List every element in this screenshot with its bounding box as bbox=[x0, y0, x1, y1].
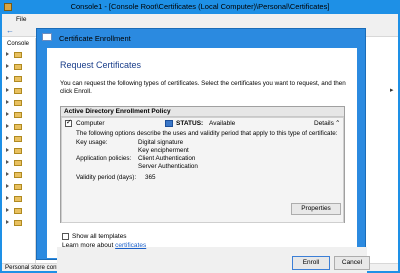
menu-file[interactable]: File bbox=[16, 16, 26, 23]
key-usage-label: Key usage: bbox=[76, 139, 108, 146]
tree-node[interactable] bbox=[6, 75, 34, 83]
tree-node[interactable] bbox=[6, 63, 34, 71]
application-policies-label: Application policies: bbox=[76, 155, 132, 162]
key-usage-value: Digital signature bbox=[138, 139, 184, 146]
mmc-window-title: Console1 - [Console Root\Certificates (L… bbox=[70, 2, 330, 11]
console-tree: Console bbox=[2, 38, 36, 263]
expand-arrow-icon[interactable] bbox=[6, 148, 9, 152]
certificate-row-computer[interactable]: Computer STATUS: Available Details ⌃ The… bbox=[61, 117, 344, 223]
folder-icon bbox=[14, 100, 22, 106]
expand-arrow-icon[interactable] bbox=[6, 196, 9, 200]
expand-arrow-icon[interactable] bbox=[6, 52, 9, 56]
policy-header: Active Directory Enrollment Policy bbox=[61, 107, 344, 117]
page-title: Request Certificates bbox=[60, 60, 142, 70]
dialog-title: Certificate Enrollment bbox=[59, 34, 131, 43]
folder-icon bbox=[14, 112, 22, 118]
details-toggle[interactable]: Details bbox=[314, 120, 334, 127]
chevron-up-icon[interactable]: ⌃ bbox=[335, 119, 340, 127]
certificate-enrollment-dialog: Certificate Enrollment Request Certifica… bbox=[36, 28, 370, 273]
tree-root-console[interactable]: Console bbox=[7, 41, 29, 47]
learn-more-prefix: Learn more about bbox=[62, 242, 114, 249]
folder-icon bbox=[14, 76, 22, 82]
tree-node[interactable] bbox=[6, 135, 34, 143]
cancel-button[interactable]: Cancel bbox=[334, 256, 370, 270]
expand-arrow-icon[interactable] bbox=[6, 124, 9, 128]
certificate-description: The following options describe the uses … bbox=[76, 130, 338, 137]
tree-node[interactable] bbox=[6, 159, 34, 167]
certificate-name: Computer bbox=[76, 120, 105, 127]
expand-arrow-icon[interactable] bbox=[6, 88, 9, 92]
key-usage-value: Key encipherment bbox=[138, 147, 189, 154]
status-value: Available bbox=[209, 120, 236, 127]
mmc-menubar: File bbox=[2, 14, 398, 25]
tree-node[interactable] bbox=[6, 171, 34, 179]
expand-arrow-icon[interactable] bbox=[6, 76, 9, 80]
status-label: STATUS: bbox=[176, 120, 204, 127]
computer-certificate-checkbox[interactable] bbox=[65, 119, 72, 127]
folder-icon bbox=[14, 136, 22, 142]
validity-period-value: 365 bbox=[145, 174, 156, 181]
folder-icon bbox=[14, 184, 22, 190]
application-policy-value: Client Authentication bbox=[138, 155, 196, 162]
expand-arrow-icon[interactable] bbox=[6, 160, 9, 164]
folder-icon bbox=[14, 220, 22, 226]
properties-button[interactable]: Properties bbox=[291, 203, 341, 215]
folder-icon bbox=[14, 88, 22, 94]
intro-text: You can request the following types of c… bbox=[60, 80, 346, 96]
folder-icon bbox=[14, 208, 22, 214]
folder-icon bbox=[14, 160, 22, 166]
folder-icon bbox=[14, 64, 22, 70]
tree-node[interactable] bbox=[6, 51, 34, 59]
tree-node[interactable] bbox=[6, 183, 34, 191]
expand-arrow-icon[interactable] bbox=[6, 184, 9, 188]
certificates-link[interactable]: certificates bbox=[115, 242, 146, 249]
tree-node[interactable] bbox=[6, 207, 34, 215]
info-icon bbox=[165, 120, 173, 127]
mmc-titlebar: Console1 - [Console Root\Certificates (L… bbox=[0, 0, 400, 14]
validity-period-label: Validity period (days): bbox=[76, 174, 137, 181]
learn-more-text: Learn more about certificates bbox=[62, 242, 146, 249]
tree-node[interactable] bbox=[6, 99, 34, 107]
expand-arrow-icon[interactable]: ▸ bbox=[390, 86, 394, 94]
show-all-templates-label[interactable]: Show all templates bbox=[72, 233, 127, 240]
dialog-content: Request Certificates You can request the… bbox=[47, 48, 370, 273]
folder-icon bbox=[14, 172, 22, 178]
expand-arrow-icon[interactable] bbox=[6, 208, 9, 212]
tree-node[interactable] bbox=[6, 87, 34, 95]
folder-icon bbox=[14, 124, 22, 130]
expand-arrow-icon[interactable] bbox=[6, 220, 9, 224]
tree-node[interactable] bbox=[6, 111, 34, 119]
certificate-icon bbox=[42, 33, 52, 41]
enrollment-policy-list: Active Directory Enrollment Policy Compu… bbox=[60, 106, 345, 223]
tree-node[interactable] bbox=[6, 123, 34, 131]
expand-arrow-icon[interactable] bbox=[6, 64, 9, 68]
expand-arrow-icon[interactable] bbox=[6, 100, 9, 104]
folder-icon bbox=[14, 52, 22, 58]
tree-node[interactable] bbox=[6, 219, 34, 227]
expand-arrow-icon[interactable] bbox=[6, 172, 9, 176]
application-policy-value: Server Authentication bbox=[138, 163, 198, 170]
show-all-templates-checkbox[interactable] bbox=[62, 233, 69, 240]
tree-node[interactable] bbox=[6, 195, 34, 203]
expand-arrow-icon[interactable] bbox=[6, 112, 9, 116]
expand-arrow-icon[interactable] bbox=[6, 136, 9, 140]
tree-node[interactable] bbox=[6, 147, 34, 155]
folder-icon bbox=[14, 148, 22, 154]
back-arrow-icon[interactable]: ← bbox=[6, 27, 14, 35]
folder-icon bbox=[14, 196, 22, 202]
policy-header-label: Active Directory Enrollment Policy bbox=[64, 108, 171, 115]
enroll-button[interactable]: Enroll bbox=[292, 256, 330, 270]
